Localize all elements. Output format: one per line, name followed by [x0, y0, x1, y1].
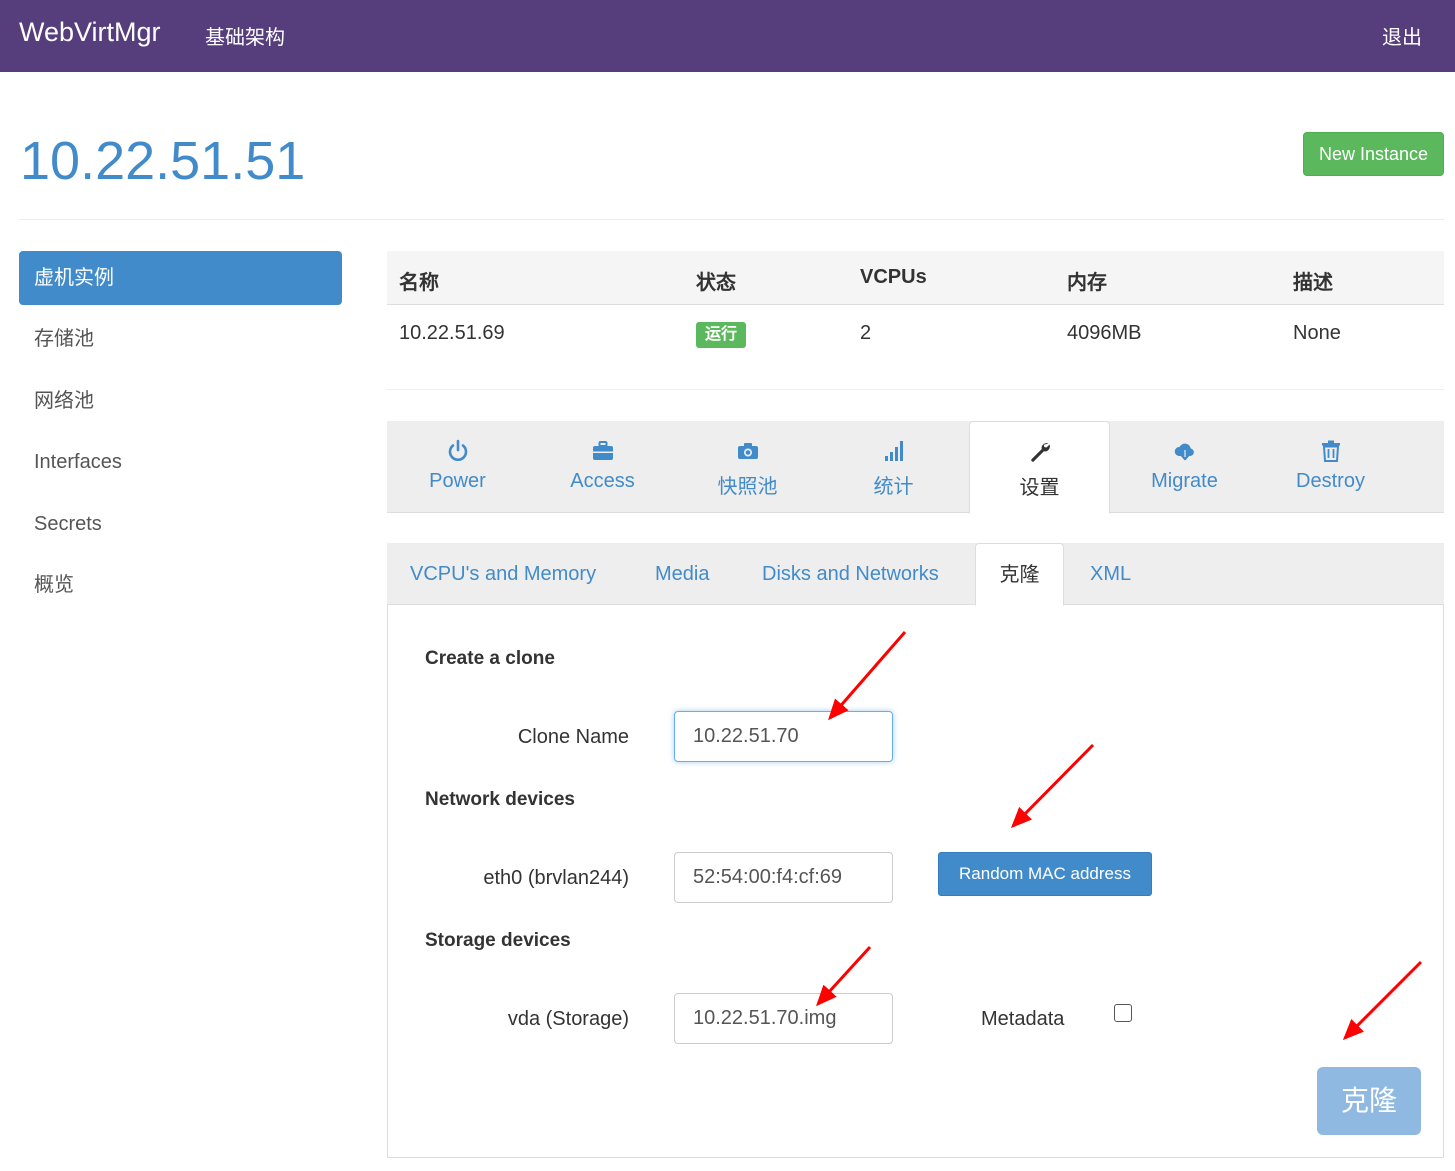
sidebar-item-networks[interactable]: 网络池: [19, 374, 342, 428]
tab-clone[interactable]: 克隆: [975, 543, 1064, 606]
column-header-description: 描述: [1293, 272, 1333, 294]
brand-logo[interactable]: WebVirtMgr: [19, 17, 161, 48]
nav-infrastructure-link[interactable]: 基础架构: [205, 21, 285, 50]
tab-disks-networks[interactable]: Disks and Networks: [750, 543, 951, 605]
status-badge: 运行: [696, 322, 746, 348]
signal-bars-icon: [884, 441, 903, 461]
tab-snapshots[interactable]: 快照池: [677, 421, 818, 513]
memory-cell: 4096MB: [1067, 322, 1142, 344]
sidebar-item-instances[interactable]: 虚机实例: [19, 251, 342, 305]
sidebar-item-storage[interactable]: 存储池: [19, 312, 342, 366]
divider: [19, 219, 1444, 220]
clone-button[interactable]: 克隆: [1317, 1067, 1421, 1135]
tab-stats[interactable]: 统计: [823, 421, 964, 513]
tab-access[interactable]: Access: [532, 421, 673, 513]
clone-name-label: Clone Name: [517, 726, 629, 748]
tab-media[interactable]: Media: [643, 543, 721, 605]
column-header-name: 名称: [399, 272, 439, 294]
sidebar-item-secrets[interactable]: Secrets: [19, 497, 342, 551]
mac-address-input[interactable]: [674, 852, 893, 903]
metadata-label: Metadata: [981, 1008, 1065, 1030]
tab-migrate[interactable]: Migrate: [1114, 421, 1255, 513]
tab-label: 快照池: [717, 476, 778, 498]
trash-icon: [1321, 440, 1340, 462]
tab-destroy[interactable]: Destroy: [1260, 421, 1401, 513]
tab-label: 统计: [873, 476, 914, 498]
power-icon: [448, 439, 467, 461]
vda-label: vda (Storage): [507, 1008, 629, 1030]
tab-vcpu-memory[interactable]: VCPU's and Memory: [398, 543, 608, 605]
tab-label: Access: [570, 470, 635, 492]
tab-label: 设置: [1019, 477, 1060, 499]
vcpus-cell: 2: [860, 322, 872, 344]
new-instance-button[interactable]: New Instance: [1303, 132, 1444, 176]
column-header-vcpus: VCPUs: [860, 266, 927, 288]
divider: [387, 389, 1444, 390]
metadata-checkbox[interactable]: [1114, 1004, 1132, 1022]
random-mac-button[interactable]: Random MAC address: [938, 852, 1152, 896]
top-navbar: WebVirtMgr 基础架构 退出: [0, 0, 1455, 72]
tab-power[interactable]: Power: [387, 421, 528, 513]
tab-label: Migrate: [1151, 470, 1218, 492]
network-devices-heading: Network devices: [425, 789, 575, 810]
instance-name-cell: 10.22.51.69: [399, 322, 505, 344]
tab-label: Destroy: [1296, 470, 1365, 492]
storage-devices-heading: Storage devices: [425, 930, 571, 951]
tab-settings[interactable]: 设置: [969, 421, 1110, 514]
column-header-status: 状态: [696, 272, 736, 294]
vda-image-input[interactable]: [674, 993, 893, 1044]
wrench-icon: [1030, 443, 1050, 462]
sidebar-item-overview[interactable]: 概览: [19, 558, 342, 612]
eth0-label: eth0 (brvlan244): [483, 867, 629, 889]
instance-action-tabs: Power Access 快照池 统计 设置 Migrate Destroy: [387, 421, 1444, 514]
create-clone-heading: Create a clone: [425, 648, 555, 669]
tab-xml[interactable]: XML: [1078, 543, 1143, 605]
clone-name-input[interactable]: [674, 711, 893, 762]
sidebar-item-interfaces[interactable]: Interfaces: [19, 435, 342, 489]
description-cell: None: [1293, 322, 1341, 344]
cloud-download-icon: [1174, 443, 1194, 461]
tab-label: Power: [429, 470, 486, 492]
page-title: 10.22.51.51: [20, 131, 306, 191]
column-header-memory: 内存: [1067, 272, 1107, 294]
camera-icon: [737, 443, 758, 459]
settings-tabs: VCPU's and Memory Media Disks and Networ…: [387, 543, 1444, 606]
briefcase-icon: [592, 441, 613, 460]
logout-link[interactable]: 退出: [1382, 21, 1422, 50]
